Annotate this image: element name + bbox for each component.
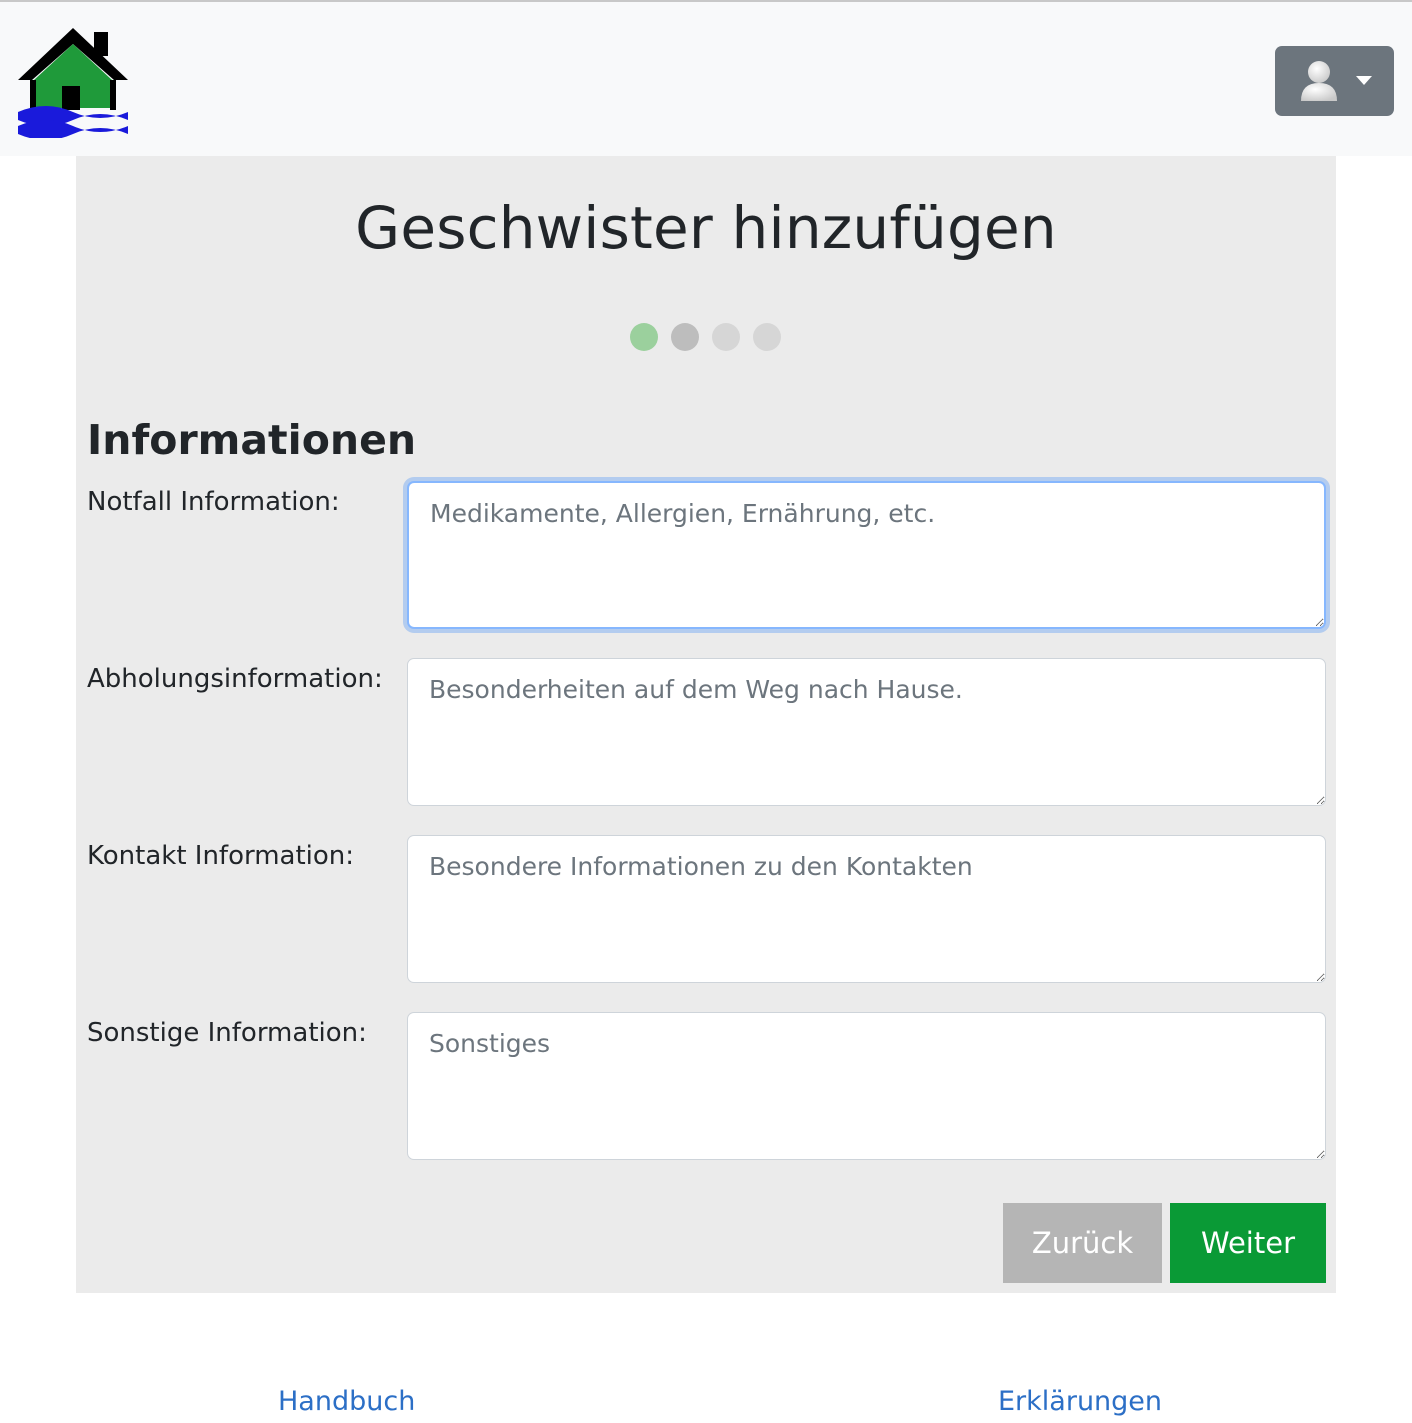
back-button[interactable]: Zurück [1003, 1203, 1162, 1283]
other-info-label: Sonstige Information: [87, 1018, 367, 1048]
step-dot [712, 323, 740, 351]
chevron-down-icon [1356, 76, 1372, 85]
navbar [0, 0, 1412, 156]
contact-info-label: Kontakt Information: [87, 841, 355, 871]
pickup-info-textarea[interactable] [407, 658, 1326, 806]
step-dot [753, 323, 781, 351]
page-title: Geschwister hinzufügen [355, 194, 1057, 262]
house-flood-logo-icon[interactable] [16, 24, 130, 138]
contact-info-textarea[interactable] [407, 835, 1326, 983]
user-avatar-icon [1301, 61, 1337, 101]
emergency-info-textarea[interactable] [407, 481, 1326, 629]
step-dot [671, 323, 699, 351]
pickup-info-label: Abholungsinformation: [87, 664, 383, 694]
manual-link[interactable]: Handbuch [278, 1386, 415, 1417]
user-menu-button[interactable] [1275, 46, 1394, 116]
other-info-textarea[interactable] [407, 1012, 1326, 1160]
next-button[interactable]: Weiter [1170, 1203, 1326, 1283]
emergency-info-label: Notfall Information: [87, 487, 340, 517]
step-dot [630, 323, 658, 351]
wizard-card: Geschwister hinzufügen Informationen Not… [76, 156, 1336, 1293]
explanations-link[interactable]: Erklärungen [998, 1386, 1162, 1417]
section-title: Informationen [87, 416, 417, 464]
